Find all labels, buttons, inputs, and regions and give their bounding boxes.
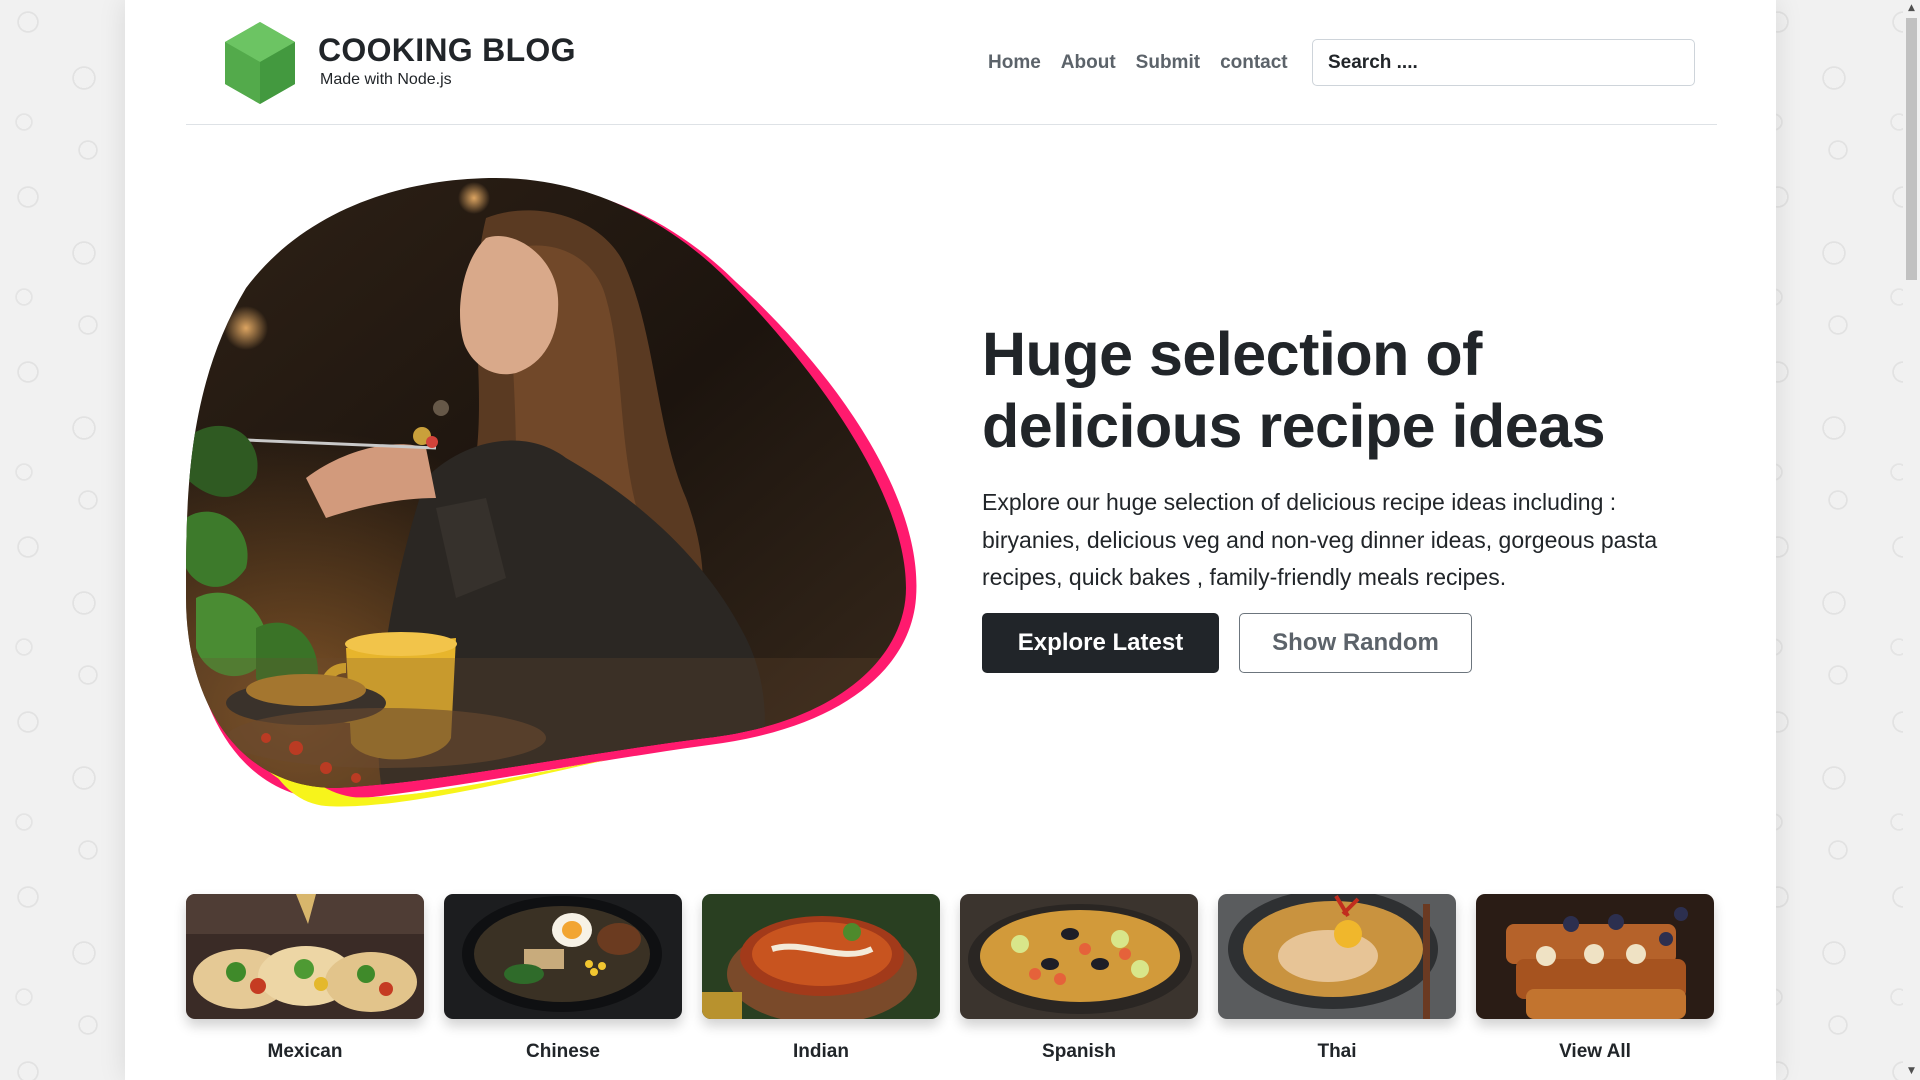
content-wrapper: COOKING BLOG Made with Node.js Home Abou… (186, 0, 1717, 1062)
main-nav: Home About Submit contact (978, 46, 1298, 80)
spanish-thumbnail (960, 894, 1198, 1019)
explore-latest-button[interactable]: Explore Latest (982, 613, 1219, 673)
category-thai[interactable]: Thai (1218, 894, 1456, 1063)
page-container: COOKING BLOG Made with Node.js Home Abou… (125, 0, 1776, 1080)
thai-thumbnail (1218, 894, 1456, 1019)
category-label: Indian (793, 1041, 849, 1062)
hero-text: Huge selection of delicious recipe ideas… (982, 318, 1722, 597)
chinese-thumbnail (444, 894, 682, 1019)
nav-contact[interactable]: contact (1210, 46, 1298, 80)
category-spanish[interactable]: Spanish (960, 894, 1198, 1063)
category-indian[interactable]: Indian (702, 894, 940, 1063)
hero-description: Explore our huge selection of delicious … (982, 489, 1658, 590)
nav-about[interactable]: About (1051, 46, 1126, 80)
indian-thumbnail (702, 894, 940, 1019)
category-view-all[interactable]: View All (1476, 894, 1714, 1063)
hero-title: Huge selection of delicious recipe ideas (982, 320, 1606, 460)
site-header: COOKING BLOG Made with Node.js Home Abou… (186, 0, 1717, 125)
view-all-thumbnail (1476, 894, 1714, 1019)
category-label: View All (1559, 1041, 1631, 1062)
mexican-thumbnail (186, 894, 424, 1019)
search-input[interactable] (1312, 39, 1695, 86)
brand-title: COOKING BLOG (318, 32, 576, 68)
category-label: Thai (1317, 1041, 1357, 1062)
scrollbar-thumb[interactable] (1906, 18, 1917, 280)
category-label: Mexican (267, 1041, 343, 1062)
nav-submit[interactable]: Submit (1126, 46, 1210, 80)
scroll-down-icon[interactable]: ▼ (1903, 1063, 1920, 1080)
hero-image (186, 178, 917, 807)
category-label: Chinese (526, 1041, 600, 1062)
brand-subtitle: Made with Node.js (320, 71, 452, 88)
show-random-button[interactable]: Show Random (1239, 613, 1472, 673)
category-label: Spanish (1042, 1041, 1116, 1062)
nav-home[interactable]: Home (978, 46, 1051, 80)
category-chinese[interactable]: Chinese (444, 894, 682, 1063)
page-scrollbar[interactable]: ▲ ▼ (1903, 0, 1920, 1080)
logo-link[interactable] (222, 20, 298, 106)
category-mexican[interactable]: Mexican (186, 894, 424, 1063)
category-row: Mexican Chinese Indian Spanish Thai View… (186, 894, 1717, 1063)
hero-buttons: Explore Latest Show Random (982, 613, 1472, 673)
scroll-up-icon[interactable]: ▲ (1903, 0, 1920, 17)
nodejs-hexagon-icon (225, 22, 295, 104)
